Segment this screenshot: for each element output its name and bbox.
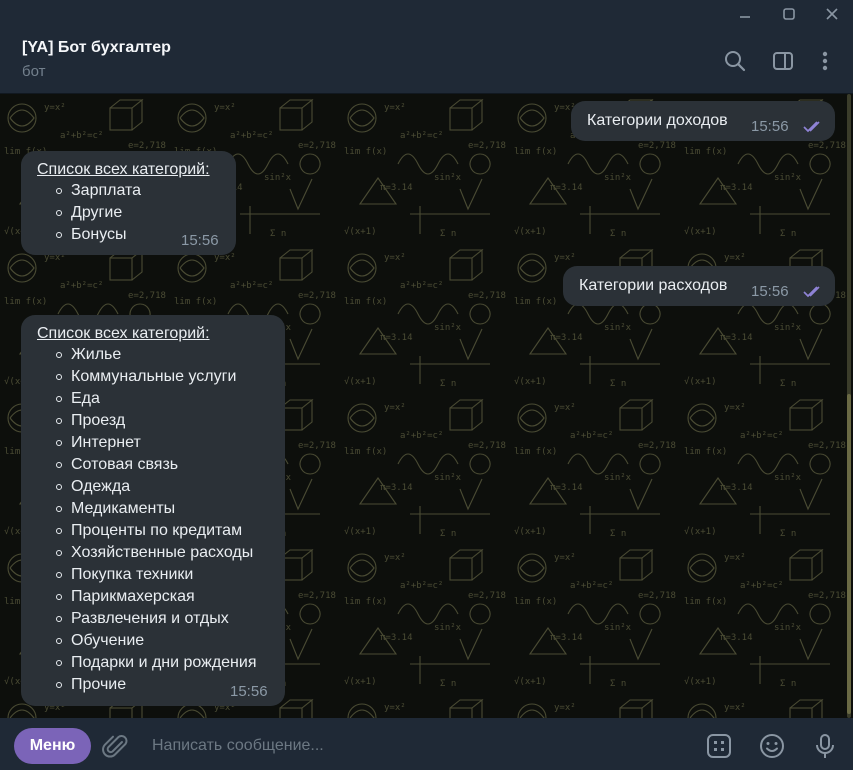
message-input[interactable] <box>140 730 680 762</box>
incoming-message[interactable]: Список всех категорий: Зарплата Другие Б… <box>21 151 236 255</box>
read-checks-icon <box>803 121 820 133</box>
message-text: Категории доходов <box>587 112 728 129</box>
list-item: Хозяйственные расходы <box>37 542 257 564</box>
incoming-message[interactable]: Список всех категорий: Жилье Коммунальны… <box>21 315 285 706</box>
list-item: Прочие <box>37 674 257 696</box>
microphone-icon[interactable] <box>810 731 840 761</box>
message-composer: Меню <box>0 718 853 770</box>
search-icon[interactable] <box>721 47 749 75</box>
list-item: Жилье <box>37 344 257 366</box>
list-title: Список всех категорий <box>37 325 206 342</box>
chat-header[interactable]: [YA] Бот бухгалтер бот <box>0 28 853 94</box>
list-item: Еда <box>37 388 257 410</box>
list-title: Список всех категорий <box>37 161 206 178</box>
list-item: Обучение <box>37 630 257 652</box>
outgoing-message[interactable]: Категории расходов 15:56 <box>563 266 835 306</box>
message-time: 15:56 <box>751 283 789 300</box>
maximize-icon[interactable] <box>772 0 806 28</box>
chat-history[interactable]: y=x² a²+b²=c² lim f(x) sin²x √(x+1) Σ n … <box>0 94 853 718</box>
list-item: Развлечения и отдых <box>37 608 257 630</box>
message-time: 15:56 <box>751 118 789 135</box>
attach-icon[interactable] <box>101 732 131 762</box>
list-item: Проезд <box>37 410 257 432</box>
title-bar <box>0 0 853 28</box>
category-list: Жилье Коммунальные услуги Еда Проезд Инт… <box>37 344 257 696</box>
list-item: Парикмахерская <box>37 586 257 608</box>
list-item: Покупка техники <box>37 564 257 586</box>
list-item: Проценты по кредитам <box>37 520 257 542</box>
scrollbar-thumb[interactable] <box>847 394 851 714</box>
list-title-colon: : <box>205 325 210 342</box>
telegram-window: [YA] Бот бухгалтер бот Категории доходов… <box>0 0 853 770</box>
minimize-icon[interactable] <box>728 0 762 28</box>
chat-subtitle: бот <box>22 63 46 80</box>
more-vert-icon[interactable] <box>811 47 839 75</box>
close-icon[interactable] <box>815 0 849 28</box>
emoji-icon[interactable] <box>757 731 787 761</box>
sidebar-toggle-icon[interactable] <box>769 47 797 75</box>
list-item: Зарплата <box>37 180 141 202</box>
outgoing-message[interactable]: Категории доходов 15:56 <box>571 101 835 141</box>
list-item: Интернет <box>37 432 257 454</box>
list-item: Сотовая связь <box>37 454 257 476</box>
message-time: 15:56 <box>230 683 268 700</box>
list-item: Другие <box>37 202 141 224</box>
list-title-colon: : <box>205 161 210 178</box>
list-item: Подарки и дни рождения <box>37 652 257 674</box>
bot-menu-button[interactable]: Меню <box>14 728 91 764</box>
list-item: Одежда <box>37 476 257 498</box>
list-item: Коммунальные услуги <box>37 366 257 388</box>
read-checks-icon <box>803 286 820 298</box>
category-list: Зарплата Другие Бонусы <box>37 180 141 246</box>
list-item: Бонусы <box>37 224 141 246</box>
chat-title[interactable]: [YA] Бот бухгалтер <box>22 39 171 57</box>
message-text: Категории расходов <box>579 277 728 294</box>
message-time: 15:56 <box>181 232 219 249</box>
bot-commands-icon[interactable] <box>704 731 734 761</box>
list-item: Медикаменты <box>37 498 257 520</box>
